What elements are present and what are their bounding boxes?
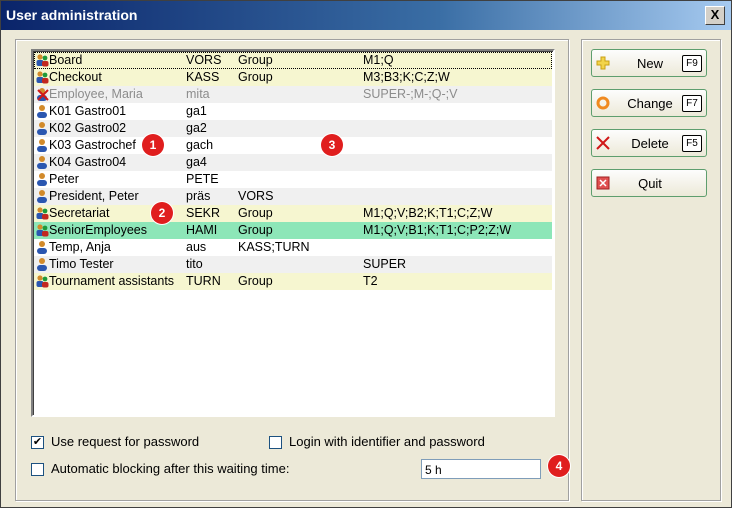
user-row[interactable]: Timo Tester tito SUPER: [34, 256, 552, 273]
user-row[interactable]: Board VORS Group M1;Q: [34, 52, 552, 69]
login-identifier-label: Login with identifier and password: [289, 434, 485, 449]
user-id: HAMI: [186, 223, 218, 237]
user-rights: M3;B3;K;C;Z;W: [363, 70, 450, 84]
change-button-key: F7: [682, 95, 702, 112]
user-group: Group: [238, 223, 273, 237]
user-rights: M1;Q: [363, 53, 394, 67]
user-row[interactable]: K02 Gastro02 ga2: [34, 120, 552, 137]
new-button-key: F9: [682, 55, 702, 72]
group-icon: [35, 274, 49, 288]
checkbox-box[interactable]: [31, 463, 44, 476]
user-name: K02 Gastro02: [49, 121, 127, 135]
user-row[interactable]: Peter PETE: [34, 171, 552, 188]
user-row[interactable]: Temp, Anja aus KASS;TURN: [34, 239, 552, 256]
user-id: mita: [186, 87, 210, 101]
user-group: Group: [238, 206, 273, 220]
user-icon: [35, 257, 49, 271]
user-name: Tournament assistants: [49, 274, 175, 288]
user-admin-window: User administration X Board VORS Group M1;Q…: [0, 0, 732, 508]
user-icon: [35, 172, 49, 186]
user-list[interactable]: Board VORS Group M1;Q Checkout KASS Group M3;B3…: [31, 49, 555, 417]
user-rights: SUPER: [363, 257, 407, 271]
quit-button[interactable]: Quit: [591, 169, 707, 197]
user-row[interactable]: K04 Gastro04 ga4: [34, 154, 552, 171]
user-id: VORS: [186, 53, 222, 67]
user-id: ga4: [186, 155, 207, 169]
user-row[interactable]: Secretariat SEKR Group M1;Q;V;B2;K;T1;C;Z;W: [34, 205, 552, 222]
change-button[interactable]: Change F7: [591, 89, 707, 117]
auto-blocking-label: Automatic blocking after this waiting ti…: [51, 461, 290, 476]
user-icon: [35, 189, 49, 203]
user-id: präs: [186, 189, 211, 203]
user-name: K03 Gastrochef: [49, 138, 136, 152]
user-icon: [35, 104, 49, 118]
user-row[interactable]: Tournament assistants TURN Group T2: [34, 273, 552, 290]
group-icon: [35, 206, 49, 220]
user-name: K01 Gastro01: [49, 104, 127, 118]
group-icon: [35, 70, 49, 84]
window-title: User administration: [6, 7, 138, 23]
user-id: aus: [186, 240, 207, 254]
user-rights: M1;Q;V;B1;K;T1;C;P2;Z;W: [363, 223, 512, 237]
user-name: Checkout: [49, 70, 102, 84]
annotation-badge-3: 3: [321, 134, 343, 156]
user-name: Board: [49, 53, 83, 67]
user-name: SeniorEmployees: [49, 223, 147, 237]
user-id: ga2: [186, 121, 207, 135]
user-name: Peter: [49, 172, 79, 186]
user-name: Secretariat: [49, 206, 110, 220]
user-group: KASS;TURN: [238, 240, 310, 254]
waiting-time-input[interactable]: 5 h: [421, 459, 541, 479]
group-icon: [35, 53, 49, 67]
user-rights: M1;Q;V;B2;K;T1;C;Z;W: [363, 206, 493, 220]
new-button[interactable]: New F9: [591, 49, 707, 77]
use-request-password-label: Use request for password: [51, 434, 200, 449]
user-icon: [35, 121, 49, 135]
user-name: Temp, Anja: [49, 240, 111, 254]
user-row[interactable]: Checkout KASS Group M3;B3;K;C;Z;W: [34, 69, 552, 86]
user-group: Group: [238, 53, 273, 67]
blocked-user-icon: [35, 87, 49, 101]
checkbox-box[interactable]: ✔: [31, 436, 44, 449]
group-icon: [35, 223, 49, 237]
user-id: gach: [186, 138, 214, 152]
user-row[interactable]: Employee, Maria mita SUPER-;M-;Q-;V: [34, 86, 552, 103]
annotation-badge-4: 4: [548, 455, 570, 477]
user-group: Group: [238, 70, 273, 84]
title-bar[interactable]: User administration X: [1, 1, 731, 30]
user-row[interactable]: SeniorEmployees HAMI Group M1;Q;V;B1;K;T1;C…: [34, 222, 552, 239]
user-name: K04 Gastro04: [49, 155, 127, 169]
user-icon: [35, 240, 49, 254]
user-rights: T2: [363, 274, 378, 288]
user-row[interactable]: K03 Gastrochef gach: [34, 137, 552, 154]
user-name: President, Peter: [49, 189, 139, 203]
user-group: Group: [238, 274, 273, 288]
user-row[interactable]: K01 Gastro01 ga1: [34, 103, 552, 120]
user-id: SEKR: [186, 206, 221, 220]
user-id: ga1: [186, 104, 207, 118]
annotation-badge-1: 1: [142, 134, 164, 156]
user-id: TURN: [186, 274, 221, 288]
quit-button-label: Quit: [638, 176, 662, 191]
user-icon: [35, 155, 49, 169]
close-button[interactable]: X: [705, 6, 725, 25]
delete-button[interactable]: Delete F5: [591, 129, 707, 157]
user-name: Employee, Maria: [49, 87, 143, 101]
user-icon: [35, 138, 49, 152]
user-id: tito: [186, 257, 203, 271]
user-group: VORS: [238, 189, 274, 203]
delete-button-key: F5: [682, 135, 702, 152]
user-name: Timo Tester: [49, 257, 114, 271]
user-row[interactable]: President, Peter präs VORS: [34, 188, 552, 205]
user-id: PETE: [186, 172, 219, 186]
dialog-content: Board VORS Group M1;Q Checkout KASS Group M3;B3…: [1, 31, 731, 507]
annotation-badge-2: 2: [151, 202, 173, 224]
user-rights: SUPER-;M-;Q-;V: [363, 87, 458, 101]
checkbox-box[interactable]: [269, 436, 282, 449]
users-group-frame: Board VORS Group M1;Q Checkout KASS Group M3;B3…: [15, 39, 569, 501]
user-id: KASS: [186, 70, 220, 84]
